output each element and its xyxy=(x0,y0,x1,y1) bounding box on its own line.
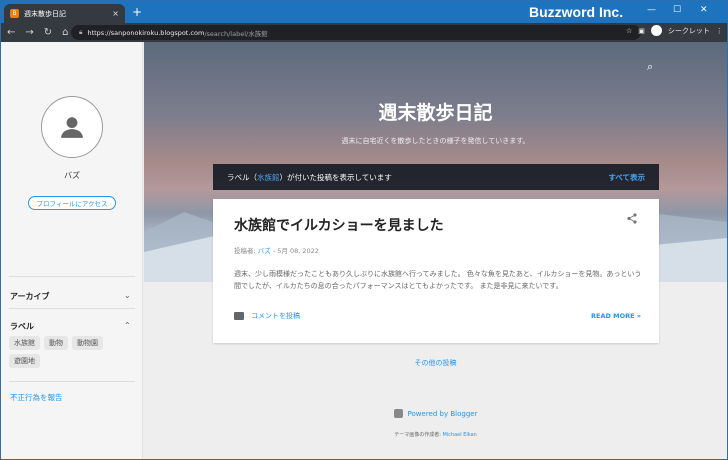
powered-by[interactable]: Powered by Blogger xyxy=(144,409,727,418)
profile-button[interactable]: プロフィールにアクセス xyxy=(28,196,116,210)
labels-heading[interactable]: ラベル xyxy=(10,321,34,332)
profile-label[interactable]: シークレット xyxy=(668,26,710,36)
toolbar-right: ☆ ▣ シークレット ⋮ xyxy=(626,25,723,36)
powered-by-label: Powered by Blogger xyxy=(407,409,478,418)
tab-title: 週末散歩日記 xyxy=(24,9,66,18)
theme-credit: テーマ画像の作成者: Michael Elkan xyxy=(144,431,727,438)
blog-title[interactable]: 週末散歩日記 xyxy=(144,98,727,125)
divider xyxy=(9,308,135,309)
label-chip[interactable]: 遊園地 xyxy=(9,354,40,368)
incognito-icon[interactable] xyxy=(650,25,662,36)
home-icon[interactable]: ⌂ xyxy=(62,27,68,38)
chevron-down-icon[interactable]: ⌄ xyxy=(124,291,131,300)
chevron-up-icon[interactable]: ⌃ xyxy=(124,321,131,330)
maximize-icon[interactable]: ☐ xyxy=(673,5,681,15)
author-prefix: 投稿者: xyxy=(234,247,258,255)
label-chip[interactable]: 動物園 xyxy=(72,336,103,350)
avatar[interactable] xyxy=(41,96,103,158)
divider xyxy=(9,276,135,277)
person-icon xyxy=(61,117,83,138)
post-meta: 投稿者: バズ - 5月 08, 2022 xyxy=(234,245,319,255)
back-icon[interactable]: ← xyxy=(7,27,15,38)
tab-strip: B 週末散歩日記 × + Buzzword Inc. — ☐ ✕ xyxy=(1,1,727,23)
profile-name: バズ xyxy=(64,171,80,180)
theme-author-link[interactable]: Michael Elkan xyxy=(442,432,476,438)
post-card: 水族館でイルカショーを見ました 投稿者: バズ - 5月 08, 2022 週末… xyxy=(213,199,659,343)
star-icon[interactable]: ☆ xyxy=(626,27,632,35)
new-tab-button[interactable]: + xyxy=(132,5,142,19)
older-posts-link[interactable]: その他の投稿 xyxy=(144,358,727,368)
label-suffix: ）が付いた投稿を表示しています xyxy=(279,172,392,182)
label-prefix: ラベル（ xyxy=(227,172,257,182)
post-date: - 5月 08, 2022 xyxy=(270,247,319,255)
blogger-icon xyxy=(393,409,403,418)
comment-icon xyxy=(234,312,244,320)
label-chip[interactable]: 水族館 xyxy=(9,336,40,350)
address-bar[interactable]: 🔒︎ https://sanponokiroku.blogspot.com/se… xyxy=(71,25,641,40)
url-path: /search/label/水族館 xyxy=(204,29,268,38)
comment-label: コメントを投稿 xyxy=(251,312,300,320)
comment-link[interactable]: コメントを投稿 xyxy=(234,311,300,321)
theme-prefix: テーマ画像の作成者: xyxy=(394,432,443,438)
search-icon[interactable]: ⌕ xyxy=(647,60,653,74)
browser-tab[interactable]: B 週末散歩日記 × xyxy=(4,4,125,23)
label-chips: 水族館 動物 動物園 遊園地 xyxy=(9,336,135,368)
blog-description: 週末に自宅近くを散歩したときの様子を発信していきます。 xyxy=(341,137,530,145)
menu-icon[interactable]: ⋮ xyxy=(716,27,723,35)
minimize-icon[interactable]: — xyxy=(647,5,656,15)
read-more-link[interactable]: READ MORE » xyxy=(591,312,641,320)
archive-heading[interactable]: アーカイブ xyxy=(10,291,50,302)
main-content: ⌕ 週末散歩日記 週末に自宅近くを散歩したときの様子を発信していきます。 ラベル… xyxy=(144,42,727,459)
report-abuse-link[interactable]: 不正行為を報告 xyxy=(10,392,63,403)
forward-icon[interactable]: → xyxy=(25,27,33,38)
sidebar: バズ プロフィールにアクセス アーカイブ ⌄ ラベル ⌃ 水族館 動物 動物園 … xyxy=(1,42,143,459)
post-title[interactable]: 水族館でイルカショーを見ました xyxy=(234,215,444,235)
lock-icon: 🔒︎ xyxy=(79,28,83,36)
reload-icon[interactable]: ↻ xyxy=(44,27,52,38)
tab-close-icon[interactable]: × xyxy=(112,9,119,18)
author-link[interactable]: バズ xyxy=(258,247,271,255)
label-chip[interactable]: 動物 xyxy=(44,336,68,350)
window-close-icon[interactable]: ✕ xyxy=(700,5,708,15)
label-name: 水族館 xyxy=(257,172,280,182)
show-all-link[interactable]: すべて表示 xyxy=(608,172,645,183)
browser-toolbar: ← → ↻ ⌂ 🔒︎ https://sanponokiroku.blogspo… xyxy=(1,23,727,42)
side-panel-icon[interactable]: ▣ xyxy=(638,27,645,35)
share-icon[interactable] xyxy=(627,213,637,227)
divider xyxy=(9,381,135,382)
url-base: https://sanponokiroku.blogspot.com xyxy=(87,28,205,37)
blogger-favicon-icon: B xyxy=(10,9,19,18)
brand-watermark: Buzzword Inc. xyxy=(529,4,624,20)
browser-window: B 週末散歩日記 × + Buzzword Inc. — ☐ ✕ ← → ↻ ⌂… xyxy=(0,0,728,460)
label-filter-bar: ラベル（ 水族館 ）が付いた投稿を表示しています すべて表示 xyxy=(213,164,659,190)
post-snippet: 週末、少し雨模様だったこともあり久しぶりに水族館へ行ってみました。 色々な魚を見… xyxy=(234,270,642,290)
